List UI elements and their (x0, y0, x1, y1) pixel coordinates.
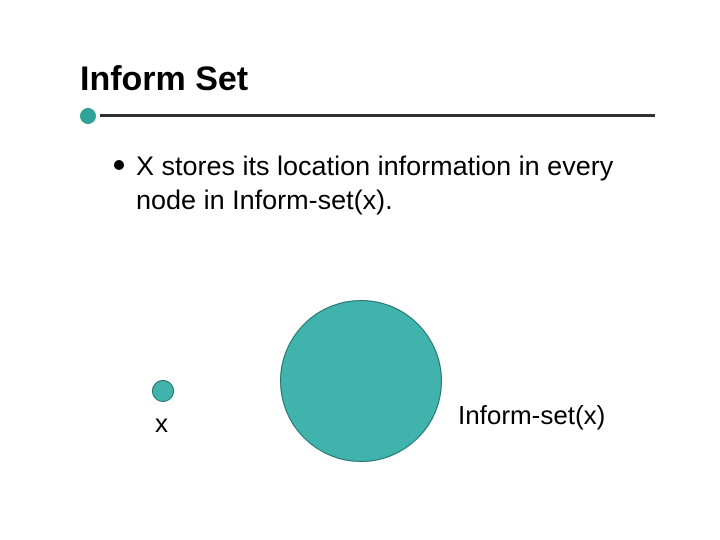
underline-dot-icon (80, 108, 96, 124)
bullet-text: X stores its location information in eve… (136, 150, 676, 218)
label-x: x (155, 408, 168, 439)
inform-set-circle-icon (280, 300, 442, 462)
underline-line (100, 114, 655, 117)
title-underline (80, 108, 660, 128)
slide-title: Inform Set (80, 60, 248, 99)
node-x-circle-icon (152, 380, 174, 402)
label-inform-set: Inform-set(x) (458, 400, 605, 431)
bullet-dot-icon (114, 160, 124, 170)
